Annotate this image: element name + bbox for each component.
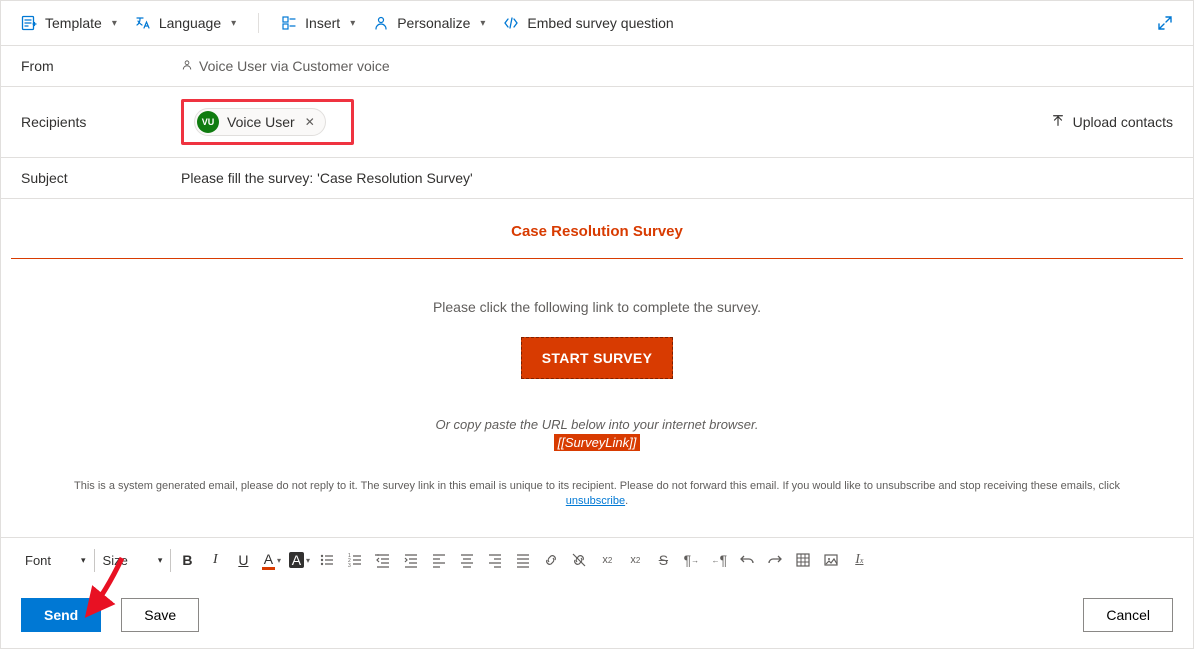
from-text: Voice User via Customer voice (199, 58, 390, 74)
recipients-value[interactable]: VU Voice User ✕ (181, 99, 1051, 145)
rtl-button[interactable]: ←¶ (707, 548, 731, 572)
disclaimer-text: This is a system generated email, please… (11, 479, 1183, 510)
unsubscribe-link[interactable]: unsubscribe (566, 495, 625, 507)
highlight-color-button[interactable]: A▾ (287, 548, 311, 572)
image-button[interactable] (819, 548, 843, 572)
copy-hint-text: Or copy paste the URL below into your in… (11, 417, 1183, 432)
highlight-annotation: VU Voice User ✕ (181, 99, 354, 145)
italic-button[interactable]: I (203, 548, 227, 572)
justify-button[interactable] (511, 548, 535, 572)
recipient-chip[interactable]: VU Voice User ✕ (194, 108, 326, 136)
numbered-list-button[interactable]: 123 (343, 548, 367, 572)
subject-label: Subject (21, 170, 181, 186)
font-size-dropdown[interactable]: Size▾ (99, 549, 172, 572)
font-family-dropdown[interactable]: Font▾ (21, 549, 95, 572)
link-button[interactable] (539, 548, 563, 572)
subscript-button[interactable]: x2 (623, 548, 647, 572)
instruction-text: Please click the following link to compl… (11, 299, 1183, 315)
toolbar-divider (258, 13, 259, 33)
template-dropdown[interactable]: Template ▾ (21, 15, 117, 31)
person-icon (181, 58, 193, 74)
insert-label: Insert (305, 15, 340, 31)
strikethrough-button[interactable]: S (651, 548, 675, 572)
outdent-button[interactable] (371, 548, 395, 572)
language-dropdown[interactable]: Language ▾ (135, 15, 236, 31)
align-center-button[interactable] (455, 548, 479, 572)
personalize-label: Personalize (397, 15, 470, 31)
chevron-down-icon: ▾ (112, 18, 117, 29)
language-icon (135, 15, 151, 31)
action-bar: Send Save Cancel (1, 582, 1193, 648)
underline-button[interactable]: U (231, 548, 255, 572)
text-color-button[interactable]: A▾ (259, 548, 283, 572)
send-button[interactable]: Send (21, 598, 101, 632)
align-right-button[interactable] (483, 548, 507, 572)
undo-button[interactable] (735, 548, 759, 572)
insert-icon (281, 15, 297, 31)
upload-contacts-label: Upload contacts (1073, 114, 1173, 130)
divider-rule (11, 258, 1183, 259)
dropdown-caret-icon: ▾ (81, 555, 86, 566)
template-label: Template (45, 15, 102, 31)
start-survey-button[interactable]: START SURVEY (521, 337, 673, 379)
chevron-down-icon: ▾ (231, 18, 236, 29)
unlink-button[interactable] (567, 548, 591, 572)
bold-button[interactable]: B (175, 548, 199, 572)
ltr-button[interactable]: ¶→ (679, 548, 703, 572)
chevron-down-icon: ▾ (350, 18, 355, 29)
template-icon (21, 15, 37, 31)
avatar: VU (197, 111, 219, 133)
bullet-list-button[interactable] (315, 548, 339, 572)
chevron-down-icon: ▾ (480, 18, 485, 29)
insert-dropdown[interactable]: Insert ▾ (281, 15, 355, 31)
indent-button[interactable] (399, 548, 423, 572)
compose-toolbar: Template ▾ Language ▾ Insert ▾ Personali… (1, 1, 1193, 46)
recipient-name: Voice User (227, 114, 295, 130)
superscript-button[interactable]: x2 (595, 548, 619, 572)
subject-input[interactable]: Please fill the survey: 'Case Resolution… (181, 170, 1173, 186)
embed-label: Embed survey question (527, 15, 673, 31)
survey-link-token[interactable]: [[SurveyLink]] (554, 434, 641, 451)
from-row: From Voice User via Customer voice (1, 46, 1193, 87)
from-label: From (21, 58, 181, 74)
subject-row: Subject Please fill the survey: 'Case Re… (1, 158, 1193, 199)
language-label: Language (159, 15, 221, 31)
redo-button[interactable] (763, 548, 787, 572)
personalize-dropdown[interactable]: Personalize ▾ (373, 15, 485, 31)
cancel-button[interactable]: Cancel (1083, 598, 1173, 632)
personalize-icon (373, 15, 389, 31)
survey-title: Case Resolution Survey (511, 223, 683, 240)
recipients-row: Recipients VU Voice User ✕ Upload contac… (1, 87, 1193, 158)
remove-chip-icon[interactable]: ✕ (303, 115, 317, 129)
save-button[interactable]: Save (121, 598, 199, 632)
clear-format-button[interactable]: Ix (847, 548, 871, 572)
align-left-button[interactable] (427, 548, 451, 572)
from-value: Voice User via Customer voice (181, 58, 1173, 74)
embed-icon (503, 15, 519, 31)
dropdown-caret-icon: ▾ (158, 555, 163, 566)
editor-toolbar: Font▾ Size▾ B I U A▾ A▾ 123 x2 x2 S ¶→ ←… (1, 537, 1193, 582)
upload-icon (1051, 114, 1065, 131)
upload-contacts-button[interactable]: Upload contacts (1051, 114, 1173, 131)
email-body-editor[interactable]: Case Resolution Survey Please click the … (1, 199, 1193, 537)
table-button[interactable] (791, 548, 815, 572)
svg-text:3: 3 (348, 563, 351, 568)
recipients-label: Recipients (21, 114, 181, 130)
embed-button[interactable]: Embed survey question (503, 15, 673, 31)
expand-icon[interactable] (1157, 15, 1173, 31)
